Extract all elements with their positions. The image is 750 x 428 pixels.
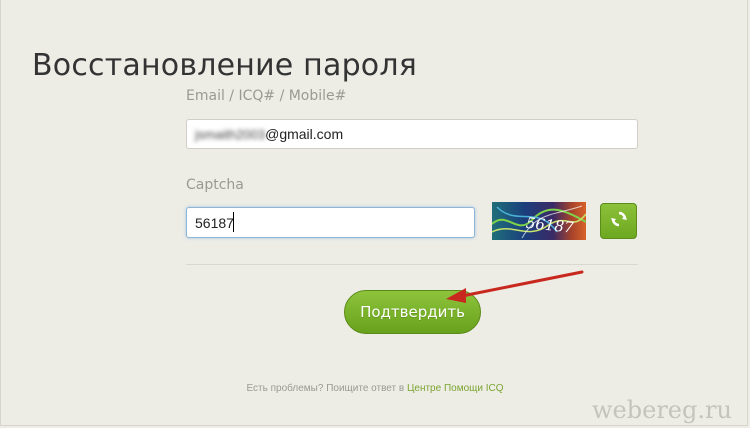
submit-button[interactable]: Подтвердить (344, 290, 481, 334)
refresh-captcha-button[interactable] (600, 203, 637, 239)
captcha-input[interactable] (186, 207, 475, 238)
email-domain: @gmail.com (265, 126, 344, 142)
email-field[interactable]: jsmaith2003 @gmail.com (186, 119, 638, 149)
help-text: Есть проблемы? Поищите ответ в Центре По… (0, 383, 750, 394)
captcha-image: 56187 (492, 202, 586, 240)
help-prefix: Есть проблемы? Поищите ответ в (246, 383, 405, 394)
captcha-label: Captcha (186, 177, 244, 193)
email-blurred-part: jsmaith2003 (195, 126, 266, 142)
watermark: webereg.ru (592, 396, 732, 424)
text-caret (233, 212, 234, 232)
form-divider (186, 264, 638, 265)
email-label: Email / ICQ# / Mobile# (186, 88, 347, 104)
refresh-icon (610, 210, 628, 233)
page-title: Восстановление пароля (32, 48, 417, 84)
help-center-link[interactable]: Центре Помощи ICQ (407, 383, 504, 394)
